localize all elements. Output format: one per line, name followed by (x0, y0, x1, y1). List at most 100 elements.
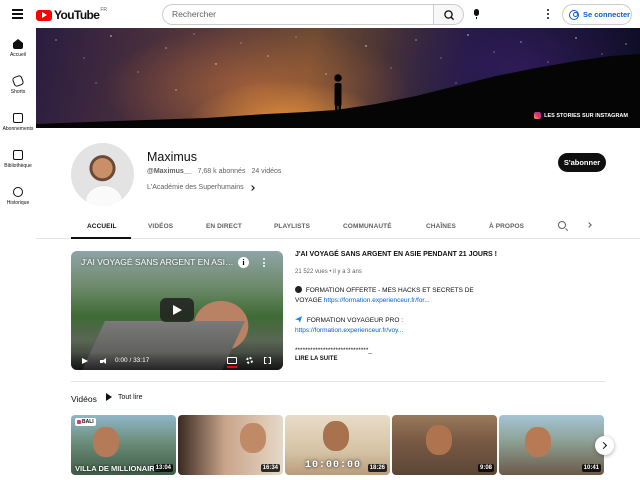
channel-name: Maximus (147, 150, 198, 164)
subscribe-button[interactable]: S'abonner (558, 153, 606, 172)
airplane-icon (295, 316, 302, 323)
history-icon (13, 187, 23, 197)
black-circle-icon (295, 286, 302, 293)
channel-meta: @Maximus__ 7,68 k abonnés 24 vidéos (147, 168, 287, 175)
read-more-link[interactable]: LIRE LA SUITE (295, 356, 337, 362)
channel-tabs: ACCUEIL VIDÉOS EN DIRECT PLAYLISTS COMMU… (36, 217, 640, 239)
view-count: 21 522 vues (295, 269, 328, 275)
sidebar-item-shorts[interactable]: Shorts (0, 74, 36, 95)
video-thumbnail[interactable]: 16:34 (178, 415, 283, 475)
tab-videos[interactable]: VIDÉOS (148, 223, 173, 230)
instagram-link-label: LES STORIES SUR INSTAGRAM (544, 112, 628, 119)
subscriber-count: 7,68 k abonnés (197, 168, 246, 175)
play-all-label: Tout lire (118, 393, 143, 401)
thumbnail-person (426, 425, 452, 455)
tab-community[interactable]: COMMUNAUTÉ (343, 223, 392, 230)
shelf-title[interactable]: Vidéos (71, 394, 97, 404)
channel-avatar[interactable] (71, 143, 134, 206)
active-tab-indicator (71, 237, 131, 239)
upload-age: il y a 3 ans (333, 269, 362, 275)
search-button[interactable] (433, 4, 464, 25)
description-link[interactable]: https://formation.experienceur.fr/voy... (295, 327, 403, 334)
description-block-1: FORMATION OFFERTE - MES HACKS ET SECRETS… (295, 286, 480, 306)
youtube-logo[interactable]: YouTube FR (36, 7, 108, 22)
video-duration: 13:04 (153, 464, 173, 472)
play-all-button[interactable]: Tout lire (106, 393, 143, 401)
description-block-2: FORMATION VOYAGEUR PRO : https://formati… (295, 316, 480, 336)
description-text: FORMATION VOYAGEUR PRO : (306, 317, 403, 324)
video-duration: 16:34 (260, 464, 280, 472)
subtitles-icon[interactable] (227, 357, 237, 368)
sidebar-item-home[interactable]: Accueil (0, 39, 36, 58)
video-count: 24 vidéos (251, 168, 282, 175)
logo-country-code: FR (100, 7, 108, 13)
info-icon[interactable]: i (238, 257, 249, 268)
sidebar-item-label: Accueil (9, 52, 27, 58)
sidebar-item-label: Abonnements (2, 126, 34, 132)
thumbnail-person (323, 421, 349, 451)
video-duration: 10:41 (581, 464, 601, 472)
channel-banner: LES STORIES SUR INSTAGRAM (36, 28, 640, 128)
tab-channels[interactable]: CHAÎNES (426, 223, 456, 230)
subscriptions-icon (13, 113, 23, 123)
video-duration: 18:26 (367, 464, 387, 472)
youtube-play-icon (36, 9, 52, 21)
play-icon (106, 393, 112, 401)
shelf-next-button[interactable] (595, 436, 614, 455)
thumbnail-overlay-text: VILLA DE MILLIONAIRE (75, 464, 160, 473)
search-box: Rechercher (162, 4, 464, 25)
microphone-icon[interactable] (474, 9, 479, 19)
fullscreen-icon[interactable] (264, 357, 271, 364)
tab-live[interactable]: EN DIRECT (206, 223, 242, 230)
play-button[interactable] (160, 298, 194, 322)
sign-in-label: Se connecter (583, 10, 631, 19)
location-badge: BALI (75, 418, 96, 426)
sidebar-item-label: Bibliothèque (4, 163, 32, 169)
channel-search-icon[interactable] (558, 221, 566, 229)
tab-home[interactable]: ACCUEIL (87, 223, 117, 230)
sidebar-item-library[interactable]: Bibliothèque (0, 150, 36, 169)
logo-text: YouTube (54, 8, 100, 22)
featured-video-meta: 21 522 vues • il y a 3 ans (295, 269, 362, 275)
sidebar-item-label: Shorts (10, 89, 26, 95)
channel-handle: @Maximus__ (147, 168, 192, 175)
video-duration: 9:08 (477, 464, 494, 472)
chevron-right-icon[interactable] (586, 222, 592, 228)
player-controls: 0:00 / 33:17 (71, 352, 283, 370)
section-divider (71, 381, 605, 382)
video-thumbnail[interactable]: BALI VILLA DE MILLIONAIRE 13:04 (71, 415, 176, 475)
search-icon (444, 10, 455, 21)
description-link[interactable]: https://formation.experienceur.fr/for... (324, 297, 430, 304)
more-options-icon[interactable] (263, 258, 265, 269)
channel-tagline[interactable]: L'Académie des Superhumains (147, 184, 255, 191)
chevron-right-icon (248, 184, 255, 191)
tab-playlists[interactable]: PLAYLISTS (274, 223, 310, 230)
shorts-icon (11, 74, 25, 88)
search-input[interactable]: Rechercher (162, 4, 433, 25)
description-separator: *****************************_ (295, 347, 372, 354)
featured-video-title[interactable]: J'AI VOYAGÉ SANS ARGENT EN ASIE PENDANT … (295, 251, 605, 258)
video-thumbnail[interactable]: 10:41 (499, 415, 604, 475)
sidebar-item-subscriptions[interactable]: Abonnements (0, 113, 36, 132)
account-icon (569, 9, 579, 20)
play-icon[interactable] (82, 358, 88, 364)
thumbnail-person (240, 423, 266, 453)
instagram-link[interactable]: LES STORIES SUR INSTAGRAM (534, 112, 628, 119)
featured-video-description: FORMATION OFFERTE - MES HACKS ET SECRETS… (295, 286, 480, 366)
volume-icon[interactable] (100, 358, 107, 365)
sign-in-button[interactable]: Se connecter (562, 4, 632, 25)
settings-menu-icon[interactable] (547, 9, 550, 20)
player-title[interactable]: J'AI VOYAGÉ SANS ARGENT EN ASIE PENDANT … (81, 257, 236, 267)
menu-icon[interactable] (12, 9, 23, 19)
player-time: 0:00 / 33:17 (115, 357, 150, 364)
gear-icon[interactable] (246, 357, 253, 364)
sidebar-item-history[interactable]: Historique (0, 187, 36, 206)
video-thumbnail[interactable]: 9:08 (392, 415, 497, 475)
tab-about[interactable]: À PROPOS (489, 223, 524, 230)
home-icon (13, 39, 23, 49)
featured-video-player[interactable]: J'AI VOYAGÉ SANS ARGENT EN ASIE PENDANT … (71, 251, 283, 370)
thumbnail-person (93, 427, 119, 457)
library-icon (13, 150, 23, 160)
sidebar-item-label: Historique (6, 200, 30, 206)
video-thumbnail[interactable]: 10:00:00 18:26 (285, 415, 390, 475)
